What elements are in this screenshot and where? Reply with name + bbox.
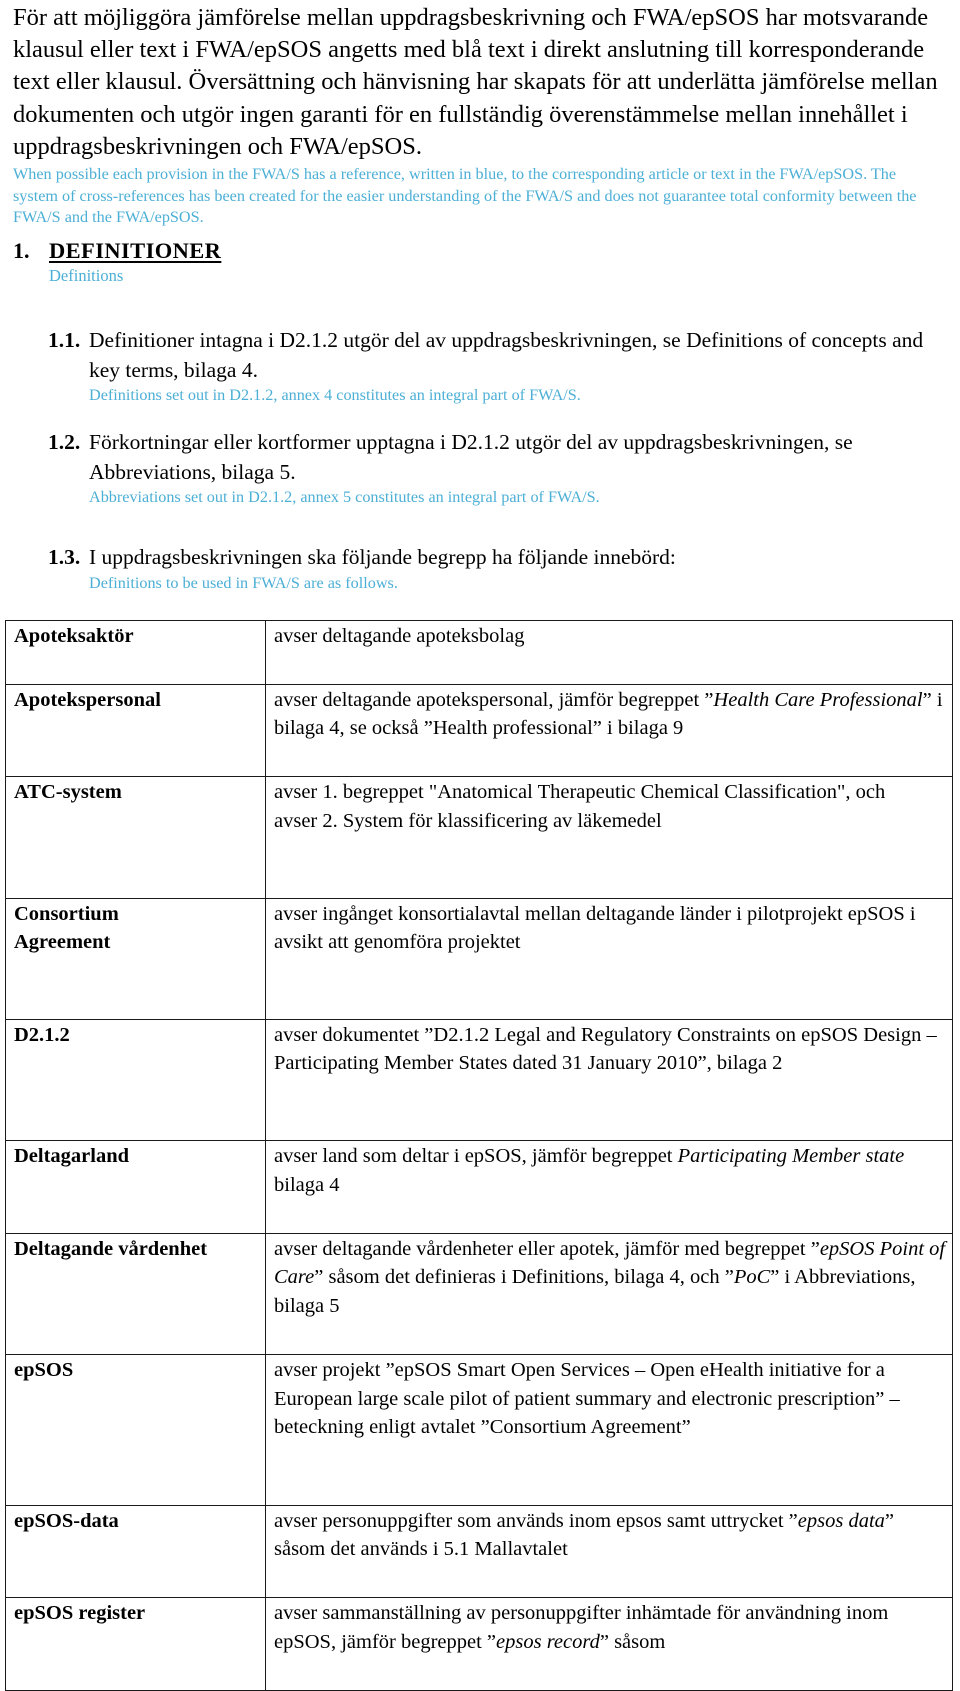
definition-text: avser sammanställning av personuppgifter…	[265, 1597, 953, 1691]
row-spacer	[14, 1535, 15, 1595]
section-title-translation: Definitions	[49, 266, 124, 285]
row-spacer	[14, 807, 15, 896]
definition-text: avser deltagande vårdenheter eller apote…	[265, 1232, 953, 1355]
definition-term: epSOS-data	[5, 1504, 266, 1598]
clause-1-3-number: 1.3.	[48, 545, 81, 569]
definition-term: Deltagande vårdenhet	[5, 1232, 266, 1355]
definition-term: D2.1.2	[5, 1018, 266, 1141]
clause-1-3-translation: Definitions to be used in FWA/S are as f…	[89, 573, 398, 592]
clause-1-1-text: Definitioner intagna i D2.1.2 utgör del …	[89, 328, 924, 382]
definition-term: Consortium Agreement	[5, 897, 266, 1020]
definition-term: ATC-system	[5, 776, 266, 899]
intro-block: För att möjliggöra jämförelse mellan upp…	[13, 2, 943, 229]
definition-term: epSOS register	[5, 1597, 266, 1691]
document-page: För att möjliggöra jämförelse mellan upp…	[0, 0, 960, 1691]
clause-1-2-main: 1.2. Förkortningar eller kortformer uppt…	[48, 428, 946, 487]
clause-1-1-main: 1.1. Definitioner intagna i D2.1.2 utgör…	[48, 326, 946, 385]
definition-text: avser projekt ”epSOS Smart Open Services…	[265, 1354, 953, 1506]
row-spacer	[14, 1171, 15, 1231]
clause-1-2-number: 1.2.	[48, 430, 81, 454]
clause-1-3: 1.3. I uppdragsbeskrivningen ska följand…	[48, 543, 946, 594]
clause-1-1: 1.1. Definitioner intagna i D2.1.2 utgör…	[48, 326, 946, 406]
definition-term: Apotekspersonal	[5, 683, 266, 777]
clause-1-3-text: I uppdragsbeskrivningen ska följande beg…	[89, 545, 676, 569]
clause-1-1-number: 1.1.	[48, 328, 81, 352]
table-row: epSOS register avser sammanställning av p…	[5, 1597, 953, 1691]
definition-term: epSOS	[5, 1354, 266, 1506]
definition-text: avser deltagande apoteksbolag	[265, 620, 953, 685]
definition-text: avser deltagande apotekspersonal, jämför…	[265, 683, 953, 777]
row-spacer	[14, 1385, 15, 1503]
definition-text: avser ingånget konsortialavtal mellan de…	[265, 897, 953, 1020]
definition-text: avser land som deltar i epSOS, jämför be…	[265, 1140, 953, 1234]
intro-paragraph-swedish: För att möjliggöra jämförelse mellan upp…	[13, 4, 938, 160]
definitions-table: Apoteksaktör avser deltagande apoteksbola…	[5, 620, 953, 1691]
definition-text: avser personuppgifter som används inom e…	[265, 1504, 953, 1598]
clause-1-1-translation: Definitions set out in D2.1.2, annex 4 c…	[89, 386, 581, 404]
definition-term: Apoteksaktör	[5, 620, 266, 685]
page-title: DEFINITIONER	[49, 238, 222, 263]
definitions-table-body: Apoteksaktör avser deltagande apoteksbola…	[5, 620, 953, 1691]
section-heading-row: 1. DEFINITIONER	[13, 236, 943, 265]
row-spacer	[14, 714, 15, 774]
table-row: Apoteksaktör avser deltagande apoteksbola…	[5, 620, 953, 685]
intro-paragraph-english-translation: When possible each provision in the FWA/…	[13, 165, 917, 227]
table-row: Deltagande vårdenhet avser deltagande vår…	[5, 1232, 953, 1355]
row-spacer	[14, 1263, 15, 1352]
section-heading-block: 1. DEFINITIONER Definitions	[13, 236, 943, 286]
row-spacer	[14, 1049, 15, 1138]
definitions-table-wrapper: Apoteksaktör avser deltagande apoteksbola…	[5, 620, 953, 1691]
row-spacer	[14, 1628, 15, 1688]
definition-text: avser 1. begreppet "Anatomical Therapeut…	[265, 776, 953, 899]
clause-1-3-main: 1.3. I uppdragsbeskrivningen ska följand…	[48, 543, 946, 573]
definition-term: Deltagarland	[5, 1140, 266, 1234]
table-row: ATC-system avser 1. begreppet "Anatomical…	[5, 776, 953, 899]
clause-1-2-translation: Abbreviations set out in D2.1.2, annex 5…	[89, 488, 600, 506]
clause-1-2: 1.2. Förkortningar eller kortformer uppt…	[48, 428, 946, 508]
table-row: Consortium Agreement avser ingånget konsor…	[5, 897, 953, 1020]
row-spacer	[14, 957, 15, 1017]
row-spacer	[14, 651, 15, 682]
table-row: D2.1.2 avser dokumentet ”D2.1.2 Legal and…	[5, 1018, 953, 1141]
section-number: 1.	[13, 238, 30, 263]
clause-1-2-text: Förkortningar eller kortformer upptagna …	[89, 430, 853, 484]
definition-text: avser dokumentet ”D2.1.2 Legal and Regul…	[265, 1018, 953, 1141]
table-row: Deltagarland avser land som deltar i epSO…	[5, 1140, 953, 1234]
table-row: epSOS-data avser personuppgifter som anvä…	[5, 1504, 953, 1598]
table-row: Apotekspersonal avser deltagande apoteksp…	[5, 683, 953, 777]
table-row: epSOS avser projekt ”epSOS Smart Open Ser…	[5, 1354, 953, 1506]
